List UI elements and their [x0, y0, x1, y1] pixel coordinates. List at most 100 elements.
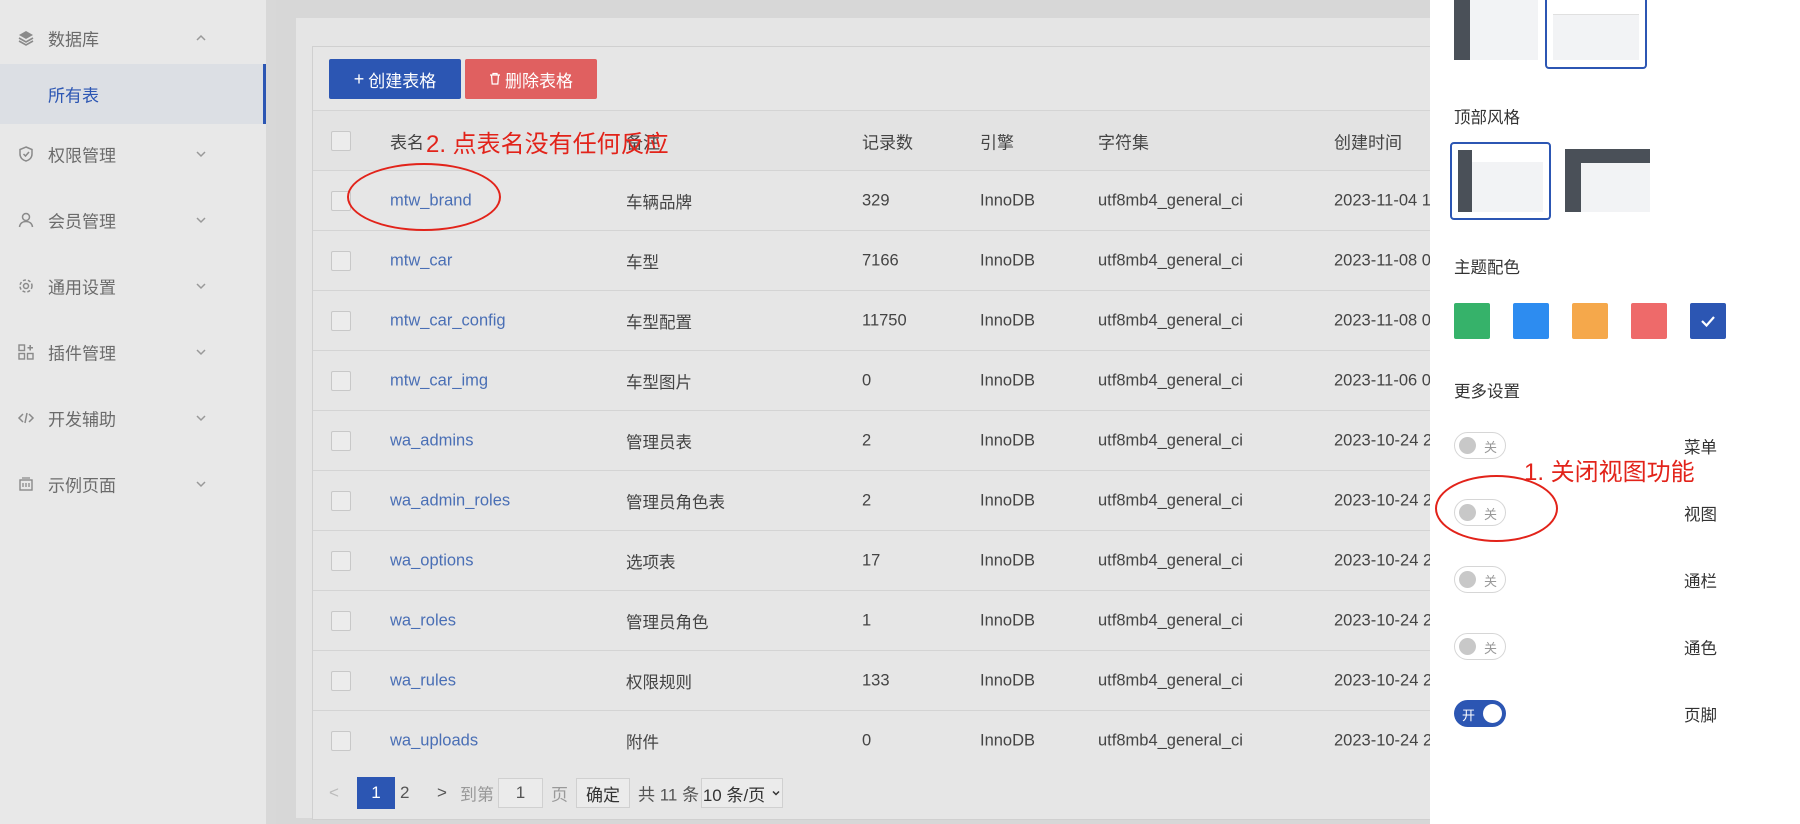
table-name-link[interactable]: wa_admins: [390, 431, 473, 450]
sidebar-item-dev-tools[interactable]: 开发辅助: [0, 388, 266, 448]
row-checkbox[interactable]: [331, 490, 351, 511]
prev-page-button[interactable]: <: [329, 783, 339, 803]
chevron-down-icon: [194, 279, 208, 293]
table-row: wa_admin_roles 管理员角色表 2 InnoDB utf8mb4_gener…: [313, 470, 1457, 530]
page-2-button[interactable]: 2: [400, 783, 409, 803]
setting-row-footer: 开 页脚: [1454, 694, 1754, 734]
sidebar-item-plugins[interactable]: 插件管理: [0, 322, 266, 382]
sidebar-item-label: 所有表: [48, 86, 99, 106]
theme-color-swatch[interactable]: [1454, 303, 1490, 339]
cell-charset: utf8mb4_general_ci: [1098, 251, 1243, 269]
goto-confirm-button[interactable]: 确定: [576, 778, 630, 808]
sidebar-item-permissions[interactable]: 权限管理: [0, 124, 266, 184]
layers-icon: [16, 28, 36, 48]
theme-color-swatch[interactable]: [1631, 303, 1667, 339]
create-table-button[interactable]: + 创建表格: [329, 59, 461, 99]
footer-label: 页脚: [1684, 707, 1717, 725]
sidebar: 数据库 所有表 权限管理 会员管理 通用设置 插件管理 开发辅助 示例页面: [0, 0, 266, 824]
chevron-down-icon: [194, 147, 208, 161]
apps-icon: [16, 342, 36, 362]
chevron-up-icon: [194, 31, 208, 45]
select-all-checkbox[interactable]: [331, 130, 351, 151]
sidebar-item-all-tables[interactable]: 所有表: [0, 64, 266, 124]
toggle-knob: [1459, 437, 1476, 454]
theme-color-swatch[interactable]: [1572, 303, 1608, 339]
column-header-created[interactable]: 创建时间: [1334, 128, 1402, 153]
settings-panel: 顶部风格 主题配色 更多设置 关菜单关视图关通栏关通色开页脚 1. 关闭视图功能: [1430, 0, 1800, 824]
chevron-down-icon: [194, 411, 208, 425]
cell-comment: 管理员表: [626, 433, 692, 452]
full-width-toggle[interactable]: 关: [1454, 566, 1506, 593]
layout-option-sidebar[interactable]: [1454, 0, 1538, 60]
full-color-toggle[interactable]: 关: [1454, 633, 1506, 660]
check-icon: [1701, 316, 1715, 328]
sidebar-item-label: 数据库: [48, 30, 99, 50]
table-name-link[interactable]: wa_uploads: [390, 731, 478, 750]
total-count: 共 11 条: [638, 785, 700, 805]
code-icon: [16, 408, 36, 428]
annotation-table-note: 2. 点表名没有任何反应: [426, 131, 669, 158]
pagination: < 1 2 > 到第 1 页 确定 共 11 条 10 条/页: [313, 770, 1457, 816]
theme-color-swatch[interactable]: [1690, 303, 1726, 339]
column-header-charset[interactable]: 字符集: [1098, 128, 1149, 153]
cell-comment: 管理员角色表: [626, 493, 725, 512]
row-checkbox[interactable]: [331, 670, 351, 691]
table-name-link[interactable]: wa_options: [390, 551, 473, 570]
delete-table-label: 删除表格: [505, 71, 573, 91]
toggle-state-text: 关: [1484, 440, 1498, 455]
create-table-label: 创建表格: [368, 71, 437, 91]
layout-option-selected[interactable]: [1545, 0, 1647, 69]
cell-rows: 2: [862, 491, 872, 509]
cell-comment: 车型配置: [626, 313, 692, 332]
row-checkbox[interactable]: [331, 550, 351, 571]
table-row: mtw_car_config 车型配置 11750 InnoDB utf8mb4_gen…: [313, 290, 1457, 350]
cell-charset: utf8mb4_general_ci: [1098, 731, 1243, 749]
column-header-engine[interactable]: 引擎: [980, 128, 1014, 153]
cell-engine: InnoDB: [980, 731, 1036, 749]
table-name-link[interactable]: wa_admin_roles: [390, 491, 510, 510]
sidebar-item-label: 开发辅助: [48, 410, 116, 430]
sidebar-item-database[interactable]: 数据库: [0, 8, 266, 68]
goto-page-input[interactable]: 1: [498, 778, 543, 808]
row-checkbox[interactable]: [331, 370, 351, 391]
top-style-title: 顶部风格: [1454, 109, 1520, 127]
row-checkbox[interactable]: [331, 310, 351, 331]
row-checkbox[interactable]: [331, 730, 351, 751]
footer-toggle[interactable]: 开: [1454, 700, 1506, 727]
row-checkbox[interactable]: [331, 610, 351, 631]
row-checkbox[interactable]: [331, 430, 351, 451]
cell-engine: InnoDB: [980, 311, 1036, 329]
top-style-option-light[interactable]: [1450, 142, 1551, 220]
cell-charset: utf8mb4_general_ci: [1098, 311, 1243, 329]
table-name-link[interactable]: mtw_car_config: [390, 311, 506, 330]
row-checkbox[interactable]: [331, 250, 351, 271]
cell-charset: utf8mb4_general_ci: [1098, 371, 1243, 389]
cell-comment: 选项表: [626, 553, 676, 572]
table-name-link[interactable]: mtw_car: [390, 251, 452, 270]
page-suffix: 页: [551, 785, 568, 805]
sidebar-item-general-settings[interactable]: 通用设置: [0, 256, 266, 316]
toggle-state-text: 开: [1462, 708, 1476, 723]
column-header-name[interactable]: 表名: [390, 128, 424, 153]
cell-created: 2023-11-08 08:: [1334, 251, 1445, 269]
main-content: + 创建表格 删除表格 表名 备注 记录数 引擎 字符集 创建时间 mtw_br…: [276, 0, 1458, 824]
sidebar-item-examples[interactable]: 示例页面: [0, 454, 266, 514]
goto-label: 到第: [460, 785, 494, 805]
toggle-state-text: 关: [1484, 641, 1498, 656]
table-name-link[interactable]: wa_roles: [390, 611, 456, 630]
top-style-option-dark[interactable]: [1565, 149, 1650, 212]
menu-toggle[interactable]: 关: [1454, 432, 1506, 459]
next-page-button[interactable]: >: [437, 783, 447, 803]
trash-icon: [489, 69, 501, 90]
delete-table-button[interactable]: 删除表格: [465, 59, 597, 99]
page-1-button[interactable]: 1: [357, 777, 395, 809]
page-size-select[interactable]: 10 条/页: [701, 778, 783, 808]
table-name-link[interactable]: wa_rules: [390, 671, 456, 690]
table-name-link[interactable]: mtw_car_img: [390, 371, 488, 390]
cell-rows: 0: [862, 371, 872, 389]
sidebar-item-members[interactable]: 会员管理: [0, 190, 266, 250]
sidebar-item-label: 示例页面: [48, 476, 116, 496]
cell-charset: utf8mb4_general_ci: [1098, 191, 1243, 209]
column-header-rows[interactable]: 记录数: [862, 128, 913, 153]
theme-color-swatch[interactable]: [1513, 303, 1549, 339]
